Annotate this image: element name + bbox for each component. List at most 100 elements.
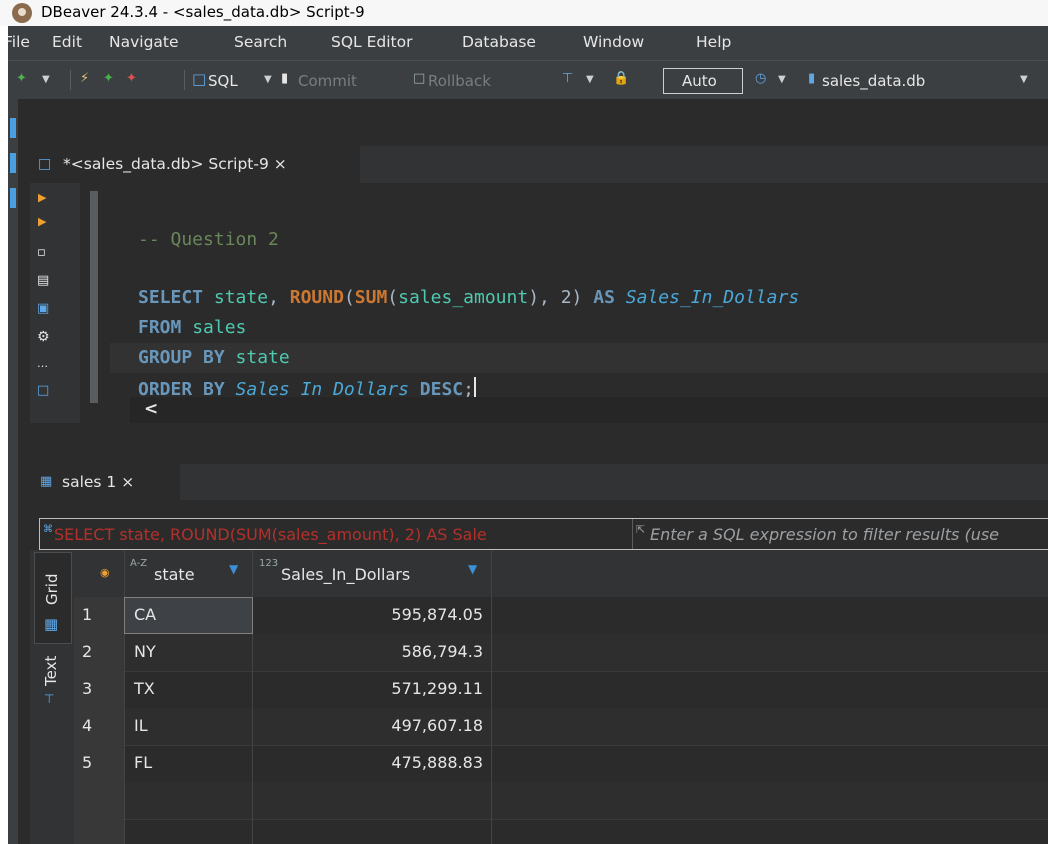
terminal-icon[interactable]: ▣ [37, 301, 49, 316]
toolbar-separator [70, 70, 71, 90]
view-switcher: Grid ▦ Text ⊤ [30, 550, 74, 844]
transaction-mode-icon[interactable]: ⊤ [562, 71, 573, 87]
scroll-left-icon[interactable]: < [144, 399, 158, 419]
filter-icon: ⌘ [43, 524, 53, 535]
explain-plan-icon[interactable]: ▫ [37, 245, 46, 260]
menu-window[interactable]: Window [583, 33, 644, 51]
commit-button[interactable]: Commit [298, 72, 357, 90]
chevron-down-icon[interactable]: ▼ [42, 72, 50, 88]
row-number [74, 782, 125, 819]
expand-icon[interactable]: ⇱ [636, 523, 645, 536]
empty-cell [124, 819, 253, 844]
rollback-button[interactable]: Rollback [428, 72, 491, 90]
cell-sales[interactable]: 571,299.11 [253, 671, 492, 708]
sql-from-line: FROM sales [138, 317, 247, 338]
tab-text-label: Text [42, 655, 60, 686]
number-type-icon: 123 [259, 558, 279, 569]
close-icon[interactable]: × [121, 473, 134, 491]
results-tab-bar: ▦ sales 1 × [30, 464, 1048, 500]
panel-toggle-icon[interactable] [10, 118, 16, 138]
text-cursor [473, 377, 476, 399]
tab-sales-1[interactable]: ▦ sales 1 × [30, 464, 180, 500]
sql-editor[interactable]: ▶ ▶ ▫ ▤ ▣ ⚙ … □ -- Question 2 SELECT sta… [30, 183, 1048, 423]
sort-icon[interactable]: ▼ [468, 562, 477, 576]
sql-editor-button[interactable]: SQL [208, 72, 238, 90]
string-type-icon: A-Z [130, 558, 148, 569]
column-header-sales[interactable]: 123 Sales_In_Dollars ▼ [253, 550, 492, 597]
execute-statement-icon[interactable]: ▶ [38, 191, 46, 204]
menu-bar: File Edit Navigate Search SQL Editor Dat… [8, 26, 1048, 60]
text-icon: ⊤ [44, 692, 55, 706]
connect-icon[interactable]: ⚡ [80, 71, 89, 87]
table-row[interactable]: 1 CA 595,874.05 [74, 597, 1048, 635]
commit-icon[interactable]: ▮ [281, 71, 288, 87]
table-row[interactable]: 3 TX 571,299.11 [74, 671, 1048, 709]
menu-navigate[interactable]: Navigate [109, 33, 179, 51]
active-datasource[interactable]: sales_data.db [822, 72, 925, 90]
cell-sales[interactable]: 497,607.18 [253, 708, 492, 745]
sql-editor-icon[interactable]: □ [192, 71, 206, 87]
editor-side-toolbar: ▶ ▶ ▫ ▤ ▣ ⚙ … □ [30, 183, 80, 423]
new-connection-icon[interactable]: ✦ [16, 71, 27, 87]
table-row[interactable]: 2 NY 586,794.3 [74, 634, 1048, 672]
reconnect-icon[interactable]: ✦ [103, 71, 114, 87]
cell-sales[interactable]: 586,794.3 [253, 634, 492, 671]
table-row[interactable]: 5 FL 475,888.83 [74, 745, 1048, 783]
tab-grid-label: Grid [43, 573, 61, 605]
chevron-down-icon[interactable]: ▼ [586, 72, 594, 88]
lock-icon[interactable]: 🔒 [613, 71, 629, 87]
cell-state[interactable]: IL [124, 708, 253, 745]
row-number [74, 819, 125, 844]
app-window: File Edit Navigate Search SQL Editor Dat… [8, 26, 1048, 844]
menu-help[interactable]: Help [696, 33, 731, 51]
menu-file[interactable]: File [8, 33, 30, 51]
results-grid[interactable]: ◉ A-Z state ▼ 123 Sales_In_Dollars ▼ 1 C… [74, 550, 1048, 844]
transaction-mode-box[interactable]: Auto [663, 68, 743, 94]
chevron-down-icon[interactable]: ▼ [778, 72, 786, 88]
menu-edit[interactable]: Edit [52, 33, 82, 51]
cell-sales[interactable]: 595,874.05 [253, 597, 492, 634]
rollback-icon[interactable]: □ [413, 71, 425, 87]
menu-search[interactable]: Search [234, 33, 287, 51]
sort-icon[interactable]: ▼ [229, 562, 238, 576]
sql-group-by-line: GROUP BY state [138, 347, 290, 368]
export-icon[interactable]: ▤ [37, 273, 49, 288]
editor-tab-bar: □ *<sales_data.db> Script-9 × [30, 146, 1048, 185]
tab-label: *<sales_data.db> Script-9 × [63, 155, 287, 173]
sql-comment-line: -- Question 2 [138, 229, 279, 250]
cell-sales[interactable]: 475,888.83 [253, 745, 492, 782]
disconnect-icon[interactable]: ✦ [126, 71, 137, 87]
horizontal-scrollbar[interactable]: < [130, 397, 1048, 423]
settings-icon[interactable]: ⚙ [37, 329, 50, 345]
close-icon[interactable]: × [274, 155, 287, 173]
chevron-down-icon[interactable]: ▼ [1020, 72, 1028, 88]
results-tab-label: sales 1 × [62, 473, 135, 491]
tab-grid[interactable]: Grid ▦ [34, 552, 72, 644]
row-number: 5 [74, 745, 125, 782]
cell-state[interactable]: NY [124, 634, 253, 671]
results-filter-bar[interactable]: ⌘ SELECT state, ROUND(SUM(sales_amount),… [39, 518, 1048, 550]
output-icon[interactable]: □ [37, 383, 49, 398]
column-header-state[interactable]: A-Z state ▼ [124, 550, 253, 597]
table-row[interactable]: 4 IL 497,607.18 [74, 708, 1048, 746]
cell-state[interactable]: FL [124, 745, 253, 782]
chevron-down-icon[interactable]: ▼ [264, 72, 272, 88]
execute-script-icon[interactable]: ▶ [38, 215, 46, 228]
cell-state[interactable]: CA [124, 597, 253, 634]
tab-script-9[interactable]: □ *<sales_data.db> Script-9 × [30, 146, 360, 185]
empty-row [74, 782, 1048, 820]
transaction-mode-label: Auto [682, 72, 717, 90]
filter-divider [632, 519, 633, 549]
tab-text[interactable]: Text ⊤ [34, 646, 70, 726]
menu-database[interactable]: Database [462, 33, 536, 51]
cell-state[interactable]: TX [124, 671, 253, 708]
more-icon[interactable]: … [37, 357, 48, 370]
panel-toggle-icon[interactable] [10, 188, 16, 208]
script-icon: □ [38, 156, 52, 172]
panel-toggle-icon[interactable] [10, 153, 16, 173]
row-number: 4 [74, 708, 125, 745]
menu-sql-editor[interactable]: SQL Editor [331, 33, 412, 51]
history-icon[interactable]: ◷ [755, 71, 766, 87]
filter-input[interactable]: Enter a SQL expression to filter results… [650, 525, 999, 544]
column-name-state: state [154, 565, 195, 584]
